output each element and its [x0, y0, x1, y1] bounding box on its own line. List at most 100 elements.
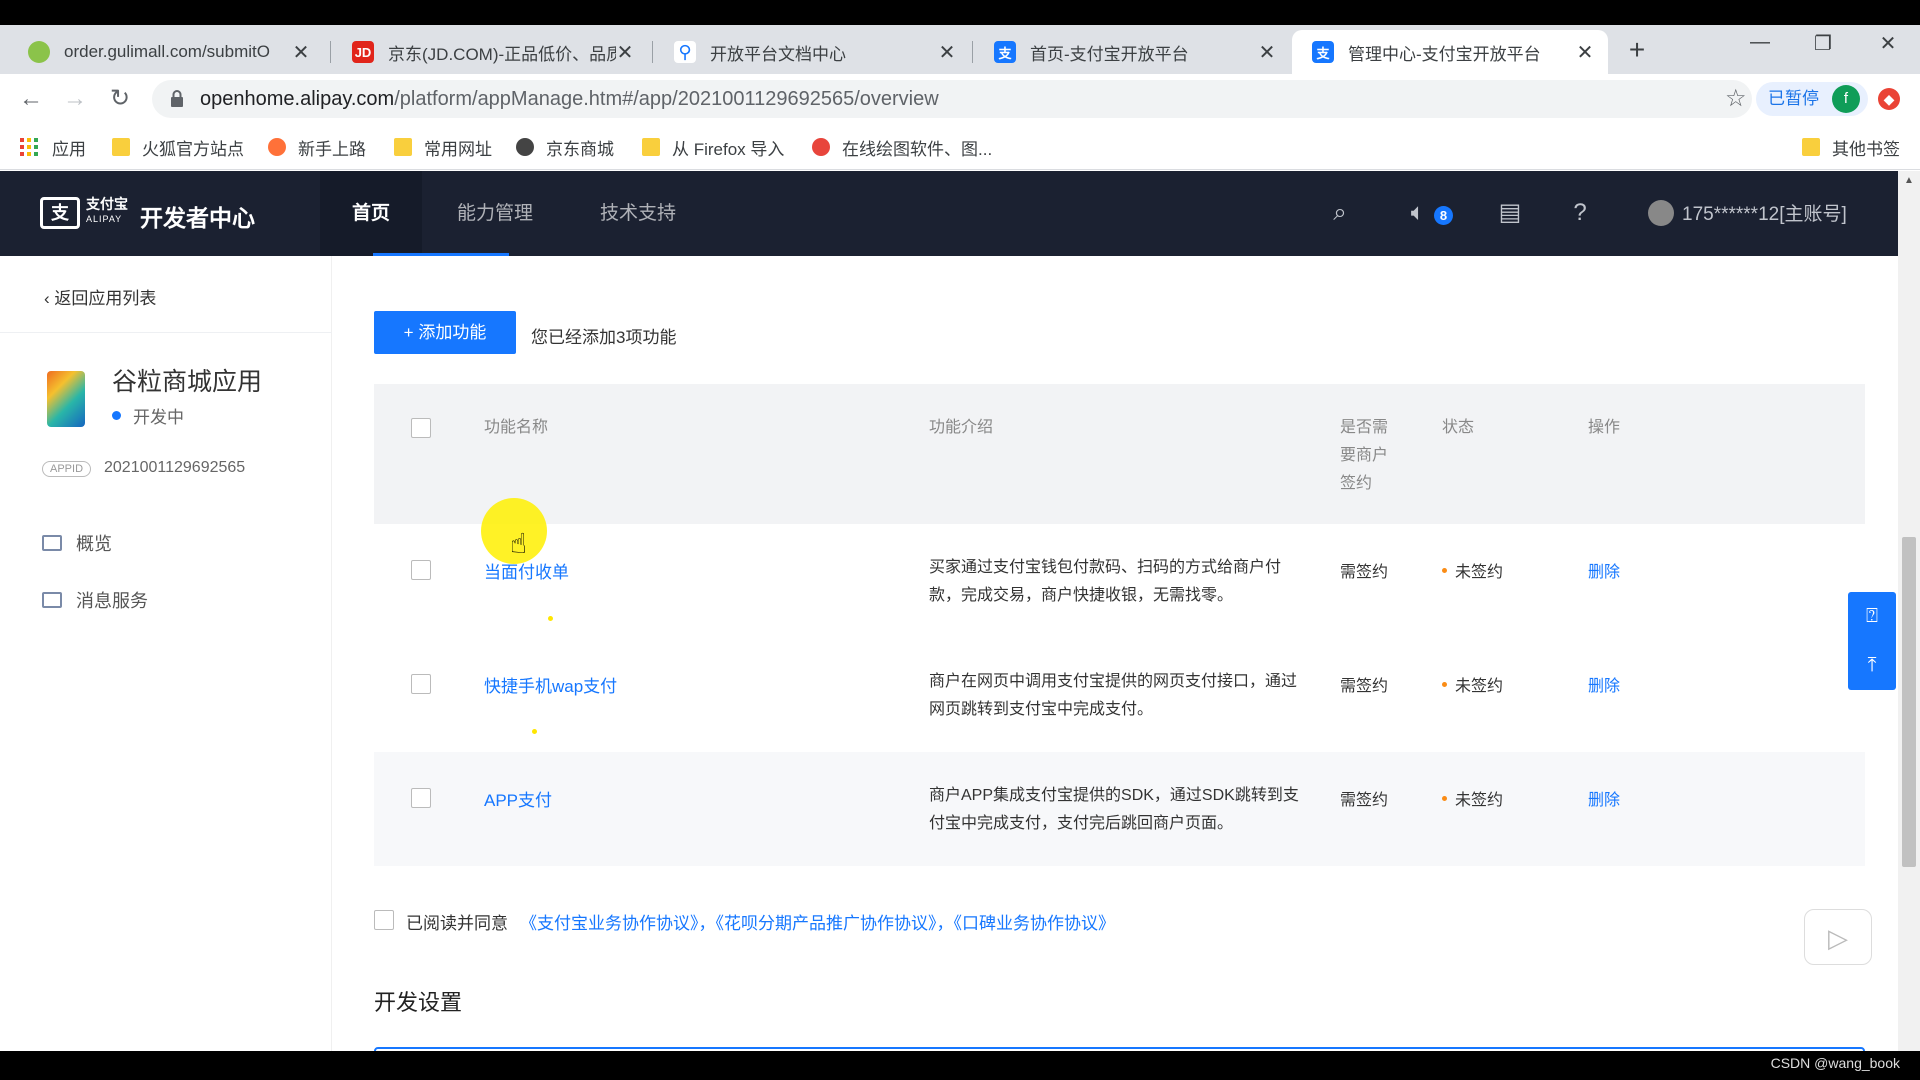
status-label: 未签约: [1455, 678, 1504, 695]
paused-label: 已暂停: [1768, 89, 1819, 108]
search-icon[interactable]: ⌕: [1324, 197, 1356, 229]
reload-icon[interactable]: ↻: [103, 82, 137, 116]
address-bar[interactable]: openhome.alipay.com/platform/appManage.h…: [152, 80, 1752, 118]
sidebar-item-messages[interactable]: 消息服务: [42, 587, 148, 613]
bookmark-jd[interactable]: 京东商城: [516, 134, 614, 160]
table-header: 功能名称 功能介绍 是否需要商户签约 状态 操作: [374, 384, 1865, 524]
bookmark-firefox-import[interactable]: 从 Firefox 导入: [642, 134, 784, 160]
tab-title: 首页-支付宝开放平台: [1030, 44, 1189, 64]
tab-docs[interactable]: ⚲ 开放平台文档中心 ✕: [654, 30, 970, 74]
tab-jd[interactable]: JD 京东(JD.COM)-正品低价、品质 ✕: [332, 30, 648, 74]
status-badge: 未签约: [1442, 786, 1503, 810]
play-icon[interactable]: ▷: [1804, 909, 1872, 965]
feature-name-link[interactable]: 当面付收单: [484, 558, 569, 583]
page-scrollbar[interactable]: ▲ ▼: [1898, 171, 1920, 1051]
document-icon[interactable]: ▤: [1494, 197, 1526, 229]
app-status: 开发中: [112, 403, 184, 428]
tab-gulimall[interactable]: order.gulimall.com/submitO ✕: [8, 30, 324, 74]
row-checkbox[interactable]: [411, 674, 431, 694]
bookmark-common-sites[interactable]: 常用网址: [394, 134, 492, 160]
close-window-icon[interactable]: ✕: [1868, 31, 1908, 61]
scroll-thumb[interactable]: [1902, 537, 1916, 867]
nav-active-underline: [373, 253, 509, 256]
feature-name-link[interactable]: 快捷手机wap支付: [484, 672, 617, 697]
agreement-links[interactable]: 《支付宝业务协作协议》，《花呗分期产品推广协作协议》，《口碑业务协作协议》: [520, 909, 1115, 934]
bookmark-apps[interactable]: 应用: [20, 134, 86, 160]
status-dot-icon: [1442, 795, 1447, 801]
back-to-app-list[interactable]: ‹ 返回应用列表: [44, 284, 156, 309]
alipay-logo-icon[interactable]: 支: [40, 197, 80, 229]
row-checkbox[interactable]: [411, 788, 431, 808]
new-tab-button[interactable]: +: [1622, 34, 1652, 66]
status-dot-icon: [1442, 681, 1447, 687]
bookmark-label: 在线绘图软件、图...: [842, 139, 993, 159]
select-all-checkbox[interactable]: [411, 418, 431, 438]
close-icon[interactable]: ✕: [1574, 40, 1596, 65]
add-feature-button[interactable]: + 添加功能: [374, 311, 516, 354]
star-icon[interactable]: ☆: [1725, 84, 1747, 113]
bookmarks-bar: 应用 火狐官方站点 新手上路 常用网址 京东商城 从 Firefox 导入 在线…: [0, 124, 1920, 170]
delete-link[interactable]: 删除: [1588, 558, 1620, 582]
url-path: /platform/appManage.htm#/app/20210011296…: [394, 88, 939, 110]
logo-en: ALIPAY: [86, 214, 123, 224]
delete-link[interactable]: 删除: [1588, 786, 1620, 810]
delete-link[interactable]: 删除: [1588, 672, 1620, 696]
speaker-icon[interactable]: 🔈︎: [1402, 197, 1434, 229]
divider: [0, 332, 332, 333]
apps-grid-icon: [20, 138, 38, 156]
sidebar-item-label: 概览: [76, 534, 112, 554]
bookmark-label: 新手上路: [298, 139, 366, 159]
status-label: 未签约: [1455, 792, 1504, 809]
restore-icon[interactable]: ❐: [1803, 31, 1843, 61]
feature-name-link[interactable]: APP支付: [484, 786, 552, 811]
feature-description: 商户在网页中调用支付宝提供的网页支付接口，通过网页跳转到支付宝中完成支付。: [929, 673, 1298, 718]
profile-avatar[interactable]: f: [1832, 85, 1860, 113]
column-header: 功能名称: [484, 419, 549, 436]
close-icon[interactable]: ✕: [290, 40, 312, 65]
dev-settings-panel: [374, 1047, 1865, 1051]
nav-support[interactable]: 技术支持: [580, 171, 696, 256]
tab-title: 开放平台文档中心: [710, 44, 846, 64]
close-icon[interactable]: ✕: [1256, 40, 1278, 65]
folder-icon: [642, 138, 660, 156]
help-icon[interactable]: ?: [1564, 197, 1596, 229]
forward-arrow-icon[interactable]: →: [58, 82, 92, 116]
logo-cn: 支付宝: [86, 196, 128, 212]
sidebar-item-overview[interactable]: 概览: [42, 530, 112, 556]
sidebar: ‹ 返回应用列表 谷粒商城应用 开发中 APPID 20210011296925…: [0, 256, 332, 1051]
column-header: 功能介绍: [929, 419, 994, 436]
bookmark-other[interactable]: 其他书签: [1802, 134, 1900, 160]
feedback-icon[interactable]: ⍰: [1848, 592, 1896, 641]
alipay-icon: 支: [994, 41, 1016, 63]
bookmark-getting-started[interactable]: 新手上路: [268, 134, 366, 160]
extension-icon[interactable]: ◆: [1878, 88, 1900, 110]
url-host: openhome.alipay.com: [200, 88, 395, 110]
column-header: 是否需要商户签约: [1340, 419, 1389, 492]
close-icon[interactable]: ✕: [936, 40, 958, 65]
tab-alipay-manage[interactable]: 支 管理中心-支付宝开放平台 ✕: [1292, 30, 1608, 74]
cursor-trail-dot: [548, 616, 553, 621]
app-name: 谷粒商城应用: [112, 368, 263, 396]
app-logo: [47, 371, 85, 427]
back-arrow-icon[interactable]: ←: [14, 82, 48, 116]
hand-cursor-icon: ☝: [510, 528, 528, 559]
close-icon[interactable]: ✕: [614, 40, 636, 65]
minimize-icon[interactable]: —: [1740, 31, 1780, 61]
bookmark-firefox-site[interactable]: 火狐官方站点: [112, 134, 244, 160]
bookmark-label: 常用网址: [424, 139, 492, 159]
scroll-up-icon[interactable]: ▲: [1902, 175, 1916, 186]
feature-description: 买家通过支付宝钱包付款码、扫码的方式给商户付款，完成交易，商户快捷收银，无需找零…: [929, 559, 1282, 604]
cursor-trail-dot: [532, 729, 537, 734]
added-count-text: 您已经添加3项功能: [531, 328, 677, 347]
notification-badge: 8: [1434, 206, 1453, 225]
nav-home[interactable]: 首页: [320, 171, 422, 256]
back-to-top-icon[interactable]: ⤒: [1848, 641, 1896, 690]
nav-capability[interactable]: 能力管理: [437, 171, 553, 256]
account-menu[interactable]: 175******12[主账号]: [1648, 199, 1847, 226]
tab-alipay-home[interactable]: 支 首页-支付宝开放平台 ✕: [974, 30, 1290, 74]
row-checkbox[interactable]: [411, 560, 431, 580]
alipay-icon: 支: [1312, 41, 1334, 63]
agree-checkbox[interactable]: [374, 910, 394, 930]
app-status-label: 开发中: [133, 408, 184, 427]
bookmark-drawing[interactable]: 在线绘图软件、图...: [812, 134, 992, 160]
